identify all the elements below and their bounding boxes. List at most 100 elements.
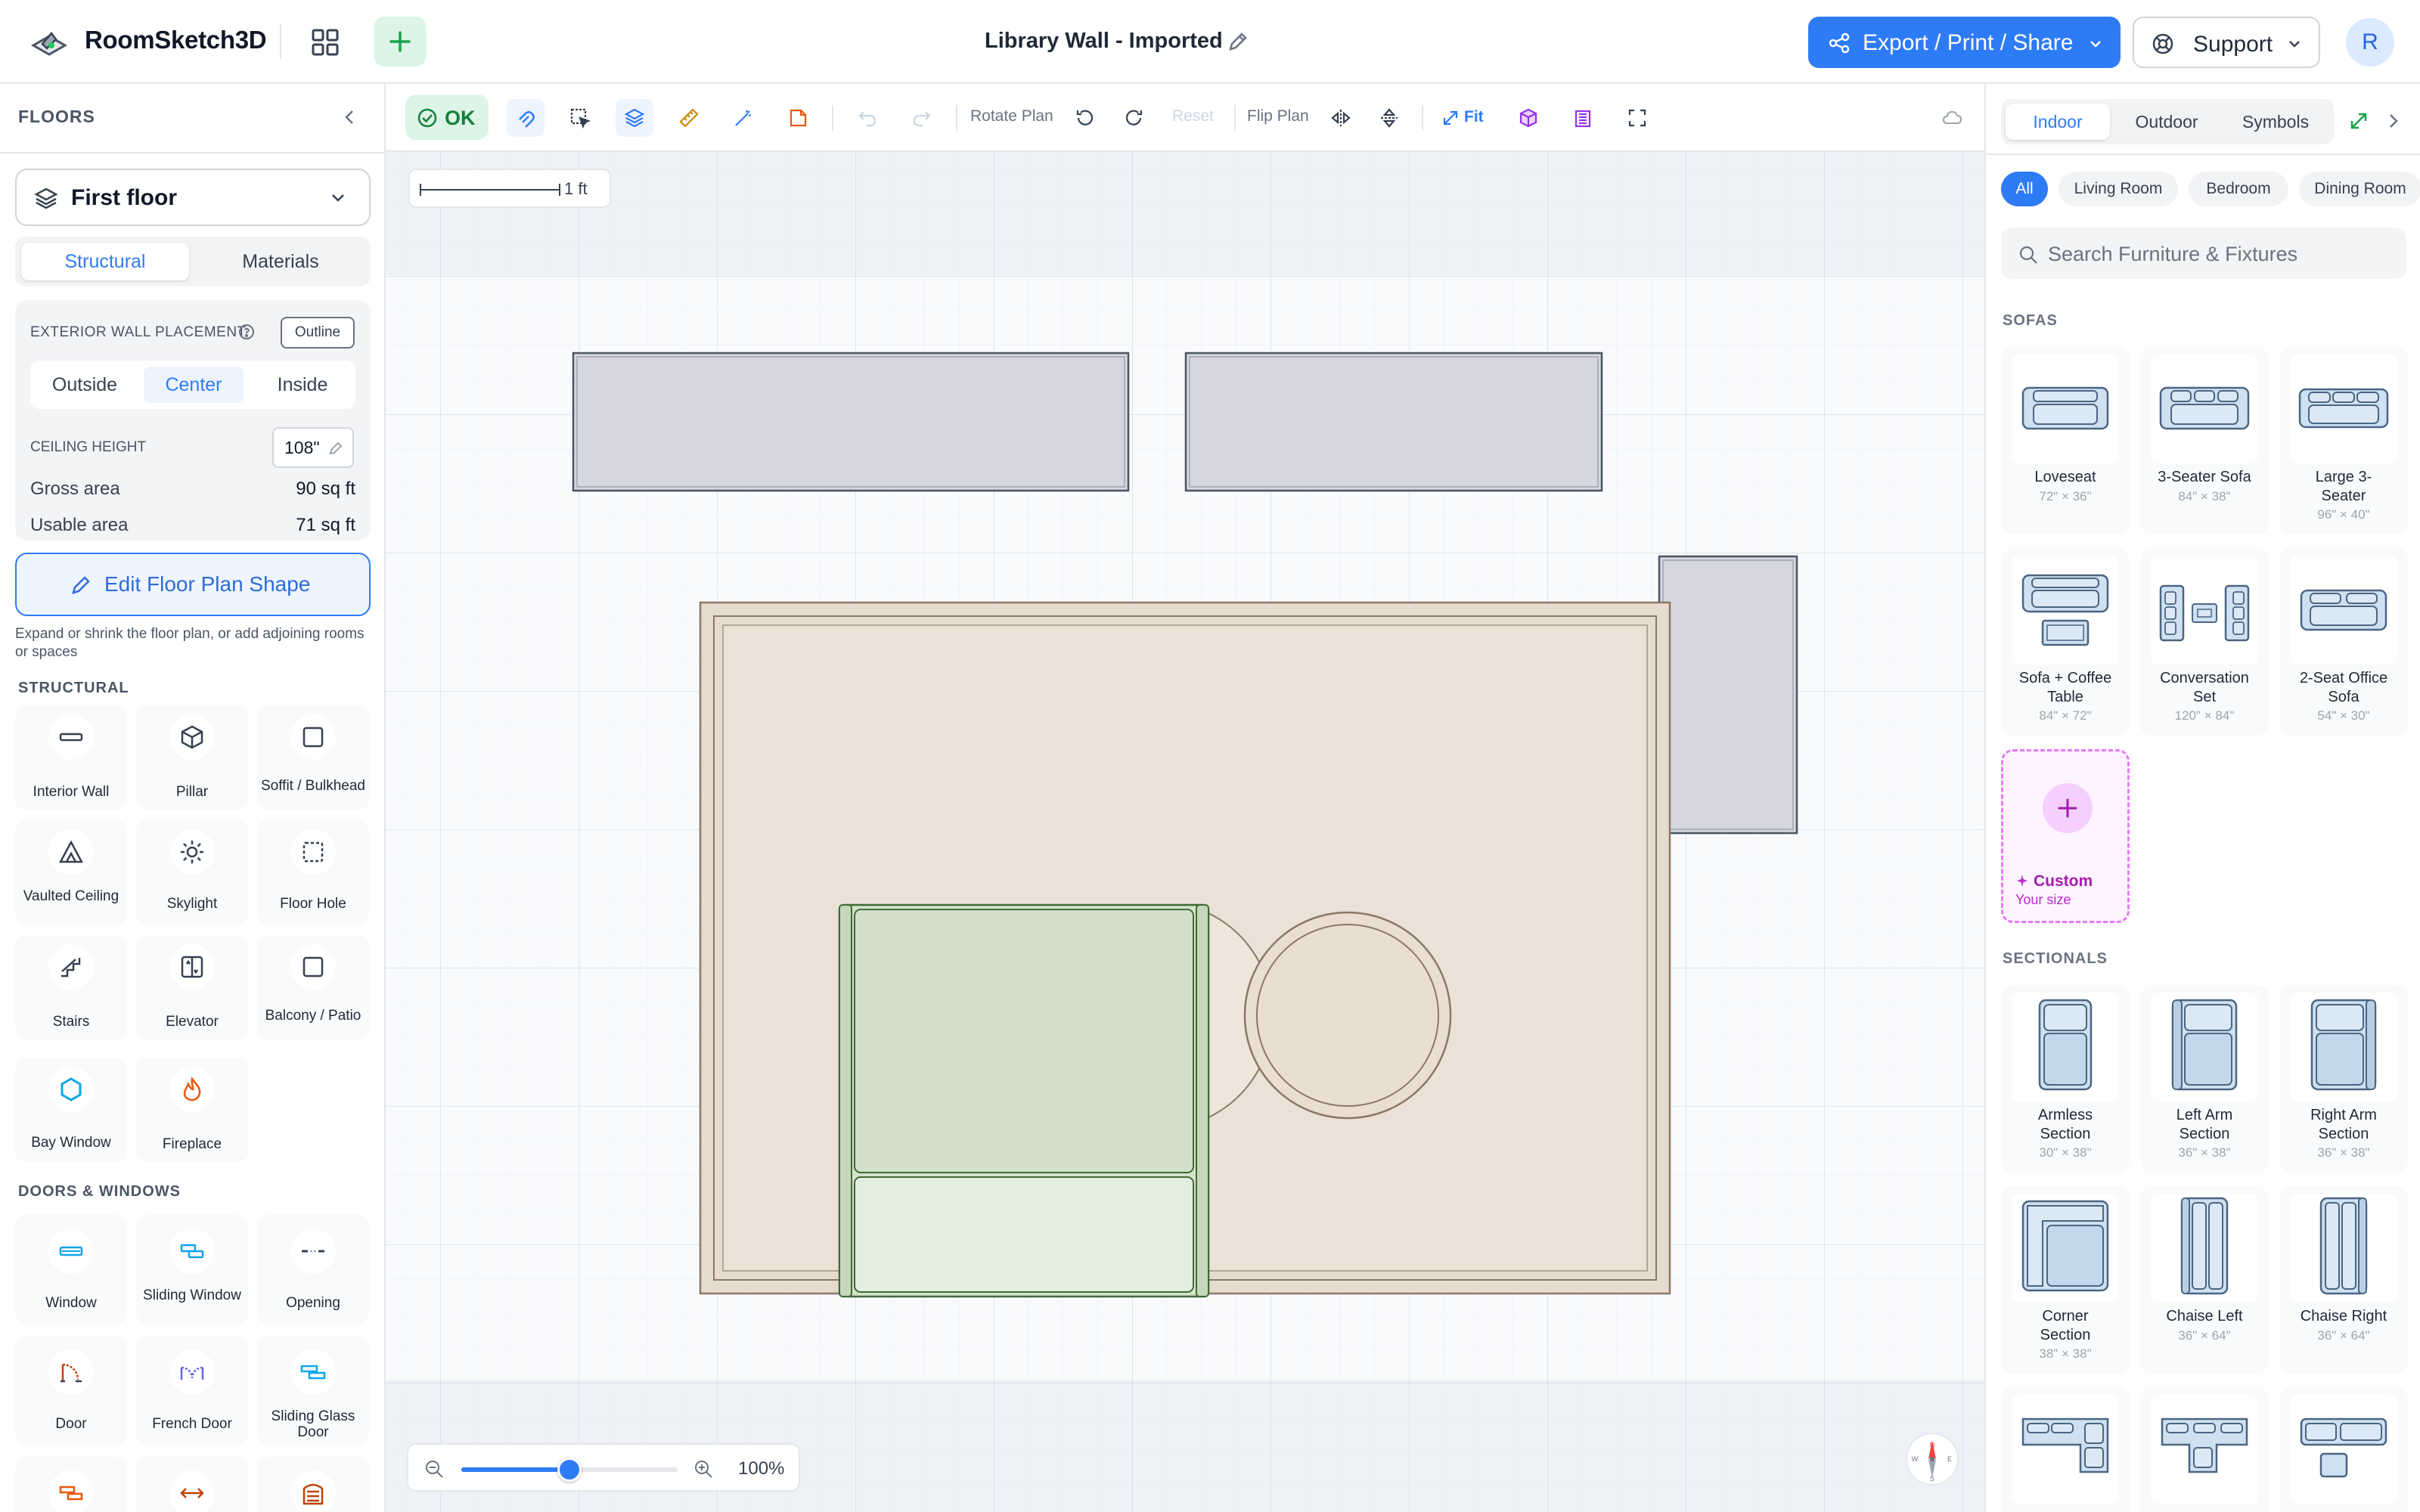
furniture-right-arm-section[interactable]: Right Arm Section 36" × 38"	[2279, 985, 2408, 1173]
placement-outside[interactable]: Outside	[36, 367, 133, 403]
furniture-sectional-chaise[interactable]	[2279, 1387, 2408, 1512]
furniture-large-3-seater[interactable]: Large 3-Seater 96" × 40"	[2279, 347, 2408, 534]
chip-dining-room[interactable]: Dining Room	[2299, 172, 2420, 206]
ruler-icon[interactable]	[670, 99, 708, 137]
tool-stairs[interactable]: Stairs	[15, 935, 127, 1040]
flip-vertical-icon[interactable]	[1370, 99, 1408, 137]
expand-panel-icon[interactable]	[2347, 110, 2370, 132]
rotate-right-icon[interactable]	[1115, 99, 1153, 137]
tool-more-1[interactable]	[15, 1457, 127, 1512]
furniture-sectional-l-right[interactable]	[2140, 1387, 2269, 1512]
placement-inside[interactable]: Inside	[254, 367, 351, 403]
app-logo-icon[interactable]	[29, 23, 70, 64]
floor-select[interactable]: First floor	[15, 169, 371, 226]
zoom-slider-thumb[interactable]	[557, 1458, 582, 1482]
fit-button[interactable]: Fit	[1435, 99, 1496, 137]
bookshelf-left[interactable]	[572, 352, 1130, 492]
placement-center[interactable]: Center	[144, 367, 244, 403]
document-title[interactable]: Library Wall - Imported	[985, 29, 1223, 54]
left-sidebar: FLOORS First floor Structural Materials …	[0, 84, 386, 1512]
support-button[interactable]: Support	[2133, 17, 2320, 68]
furniture-left-arm-section[interactable]: Left Arm Section 36" × 38"	[2140, 985, 2269, 1173]
tool-door[interactable]: Door	[15, 1336, 127, 1445]
tab-structural[interactable]: Structural	[21, 243, 189, 280]
outline-toggle-button[interactable]: Outline	[281, 317, 355, 349]
building-icon[interactable]	[1564, 99, 1602, 137]
note-icon[interactable]	[779, 99, 817, 137]
fullscreen-icon[interactable]	[1618, 99, 1656, 137]
tool-fireplace[interactable]: Fireplace	[136, 1058, 248, 1162]
undo-icon[interactable]	[849, 99, 886, 137]
tent-icon	[48, 829, 94, 875]
tab-indoor[interactable]: Indoor	[2006, 104, 2110, 140]
armchair[interactable]	[838, 903, 1210, 1298]
tool-window[interactable]: Window	[15, 1215, 127, 1324]
tool-interior-wall[interactable]: Interior Wall	[15, 705, 127, 810]
zoom-out-icon[interactable]	[424, 1458, 445, 1479]
furniture-conversation-set[interactable]: Conversation Set 120" × 84"	[2140, 548, 2269, 736]
tool-floor-hole[interactable]: Floor Hole	[257, 820, 369, 925]
tab-symbols[interactable]: Symbols	[2223, 104, 2328, 140]
ok-status-button[interactable]: OK	[405, 94, 489, 140]
furniture-corner-section[interactable]: Corner Section 38" × 38"	[2001, 1186, 2130, 1374]
edit-floor-plan-shape-button[interactable]: Edit Floor Plan Shape	[15, 553, 371, 616]
3d-view-icon[interactable]	[1509, 99, 1547, 137]
rotate-left-icon[interactable]	[1066, 99, 1104, 137]
magnet-snap-icon[interactable]	[507, 99, 544, 137]
furniture-chaise-left[interactable]: Chaise Left 36" × 64"	[2140, 1186, 2269, 1374]
tool-french-door[interactable]: French Door	[136, 1336, 248, 1445]
cabinet-right[interactable]	[1658, 555, 1798, 835]
furniture-search-input[interactable]: Search Furniture & Fixtures	[2001, 228, 2406, 279]
tool-more-3[interactable]	[257, 1457, 369, 1512]
collapse-sidebar-icon[interactable]	[337, 105, 361, 129]
select-area-icon[interactable]	[561, 99, 599, 137]
side-table[interactable]	[1208, 911, 1452, 1120]
tool-balcony-patio[interactable]: Balcony / Patio	[257, 935, 369, 1040]
tab-materials[interactable]: Materials	[197, 243, 365, 280]
tool-elevator[interactable]: Elevator	[136, 935, 248, 1040]
floor-plan-area[interactable]	[386, 152, 1984, 1512]
redo-icon[interactable]	[903, 99, 941, 137]
cloud-save-icon[interactable]	[1933, 99, 1971, 137]
furniture-sofa-coffee-table[interactable]: Sofa + Coffee Table 84" × 72"	[2001, 548, 2130, 736]
tool-soffit-bulkhead[interactable]: Soffit / Bulkhead	[257, 705, 369, 810]
help-icon[interactable]	[237, 323, 256, 341]
chevron-right-icon[interactable]	[2384, 111, 2403, 131]
tool-vaulted-ceiling[interactable]: Vaulted Ceiling	[15, 820, 127, 925]
layers-icon	[34, 187, 58, 209]
wall-settings-panel: EXTERIOR WALL PLACEMENT Outline Outside …	[15, 300, 371, 541]
tab-outdoor[interactable]: Outdoor	[2114, 104, 2219, 140]
furniture-armless-section[interactable]: Armless Section 30" × 38"	[2001, 985, 2130, 1173]
user-avatar[interactable]: R	[2346, 18, 2394, 67]
compass-icon[interactable]: N W E S	[1906, 1433, 1959, 1486]
tool-sliding-glass-door[interactable]: Sliding Glass Door	[257, 1336, 369, 1445]
flip-horizontal-icon[interactable]	[1322, 99, 1360, 137]
export-print-share-button[interactable]: Export / Print / Share	[1808, 17, 2121, 68]
dashboard-grid-icon[interactable]	[309, 26, 342, 59]
chip-all[interactable]: All	[2001, 172, 2048, 206]
new-plan-button[interactable]	[374, 17, 427, 67]
furniture-3-seater-sofa[interactable]: 3-Seater Sofa 84" × 38"	[2140, 347, 2269, 534]
tool-sliding-window[interactable]: Sliding Window	[136, 1215, 248, 1324]
zoom-slider[interactable]	[461, 1458, 678, 1482]
tool-pillar[interactable]: Pillar	[136, 705, 248, 810]
tool-skylight[interactable]: Skylight	[136, 820, 248, 925]
layers-icon[interactable]	[616, 99, 653, 137]
furniture-loveseat[interactable]: Loveseat 72" × 36"	[2001, 347, 2130, 534]
furniture-chaise-right[interactable]: Chaise Right 36" × 64"	[2279, 1186, 2408, 1374]
ceiling-height-field[interactable]: 108"	[272, 427, 354, 468]
reset-rotation-button[interactable]: Reset	[1172, 107, 1214, 125]
chip-bedroom[interactable]: Bedroom	[2189, 172, 2288, 206]
plan-canvas[interactable]: OK Rotate Plan Reset Flip Plan Fit 1 ft …	[386, 84, 1984, 1512]
tool-more-2[interactable]	[136, 1457, 248, 1512]
custom-size-sofa-button[interactable]: Custom Your size	[2001, 749, 2130, 923]
tool-bay-window[interactable]: Bay Window	[15, 1058, 127, 1162]
bookshelf-right[interactable]	[1184, 352, 1603, 492]
furniture-sectional-l-left[interactable]	[2001, 1387, 2130, 1512]
chip-living-room[interactable]: Living Room	[2059, 172, 2178, 206]
rename-pencil-icon[interactable]	[1227, 30, 1249, 53]
magic-wand-icon[interactable]	[724, 99, 762, 137]
furniture-2-seat-office-sofa[interactable]: 2-Seat Office Sofa 54" × 30"	[2279, 548, 2408, 736]
zoom-in-icon[interactable]	[693, 1458, 714, 1479]
tool-opening[interactable]: Opening	[257, 1215, 369, 1324]
